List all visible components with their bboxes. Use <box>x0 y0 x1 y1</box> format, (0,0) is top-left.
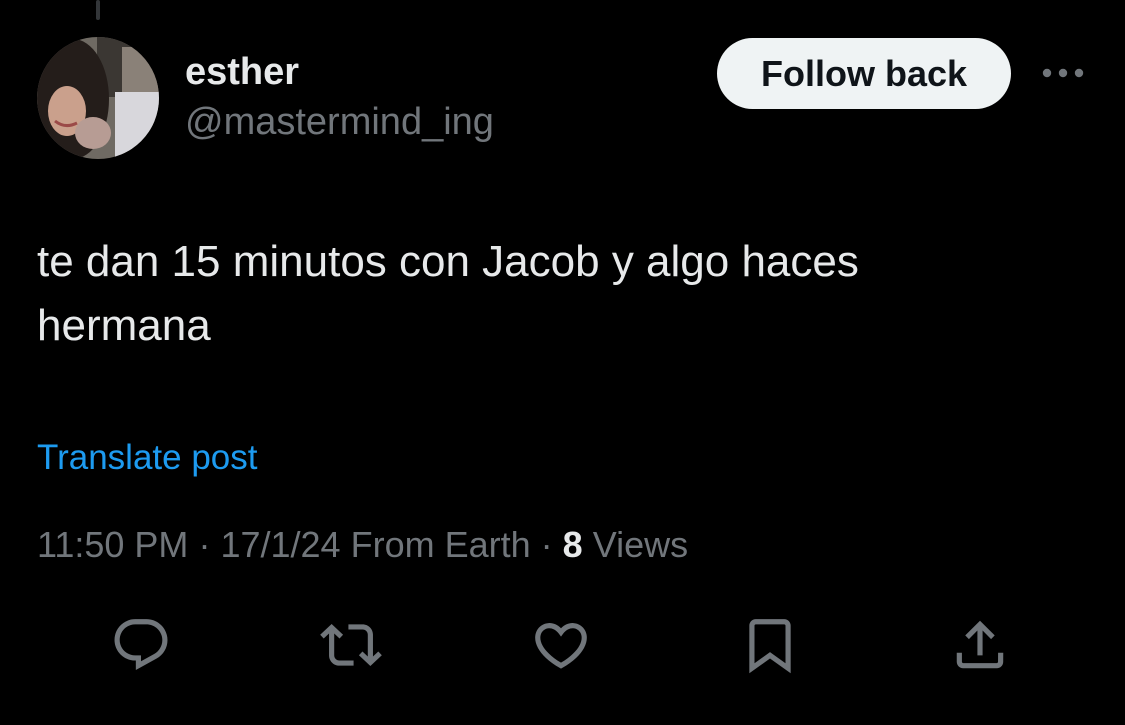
more-horizontal-icon <box>1042 68 1084 78</box>
author-display-name[interactable]: esther <box>185 48 299 96</box>
reply-icon <box>114 619 168 671</box>
heart-icon <box>535 623 587 669</box>
share-icon <box>956 620 1004 669</box>
meta-separator: · <box>540 524 553 565</box>
bookmark-button[interactable] <box>737 612 803 678</box>
share-button[interactable] <box>947 612 1013 678</box>
repost-icon <box>320 624 382 666</box>
more-options-button[interactable] <box>1038 56 1088 90</box>
post-action-bar <box>0 612 1125 678</box>
meta-separator: · <box>198 524 211 565</box>
reply-button[interactable] <box>108 612 174 678</box>
post-text-line: te dan 15 minutos con Jacob y algo haces <box>37 237 859 286</box>
bookmark-icon <box>749 619 791 674</box>
views-label[interactable]: Views <box>593 524 688 565</box>
post-text: te dan 15 minutos con Jacob y algo haces… <box>37 230 1037 358</box>
author-handle[interactable]: @mastermind_ing <box>185 98 494 146</box>
post-source: From Earth <box>350 524 531 565</box>
avatar[interactable] <box>37 37 159 159</box>
post-metadata: 11:50 PM · 17/1/24 From Earth · 8 Views <box>37 522 688 568</box>
repost-button[interactable] <box>318 612 384 678</box>
like-button[interactable] <box>528 612 594 678</box>
thread-connector-line <box>96 0 100 20</box>
views-count[interactable]: 8 <box>563 524 583 565</box>
follow-back-button[interactable]: Follow back <box>717 38 1011 109</box>
post-time[interactable]: 11:50 PM <box>37 524 188 565</box>
avatar-photo <box>37 37 159 159</box>
translate-post-link[interactable]: Translate post <box>37 436 257 480</box>
post-date[interactable]: 17/1/24 <box>220 524 340 565</box>
post-text-line: hermana <box>37 301 211 350</box>
